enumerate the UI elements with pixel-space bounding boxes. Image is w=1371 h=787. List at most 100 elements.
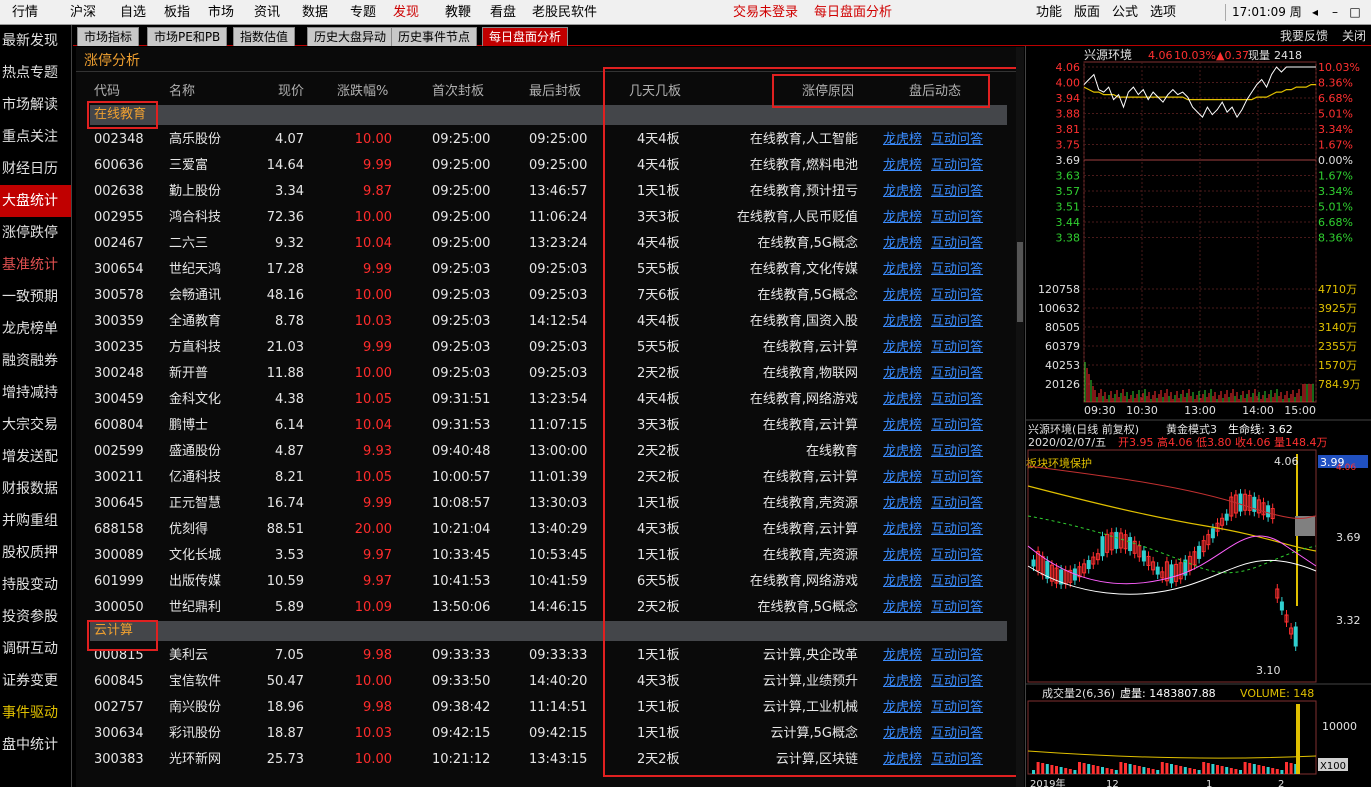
menu-item-1[interactable]: 沪深 [70, 0, 96, 25]
menu-item-3[interactable]: 板指 [164, 0, 190, 25]
nav-item-15[interactable]: 并购重组 [0, 505, 71, 537]
lhb-link[interactable]: 龙虎榜 [883, 335, 922, 361]
nav-item-2[interactable]: 市场解读 [0, 89, 71, 121]
table-row[interactable]: 300359 全通教育 8.78 10.03 09:25:03 14:12:54 4天4板 在… [76, 309, 1006, 335]
lhb-link[interactable]: 龙虎榜 [883, 413, 922, 439]
nav-item-11[interactable]: 增持减持 [0, 377, 71, 409]
nav-item-9[interactable]: 龙虎榜单 [0, 313, 71, 345]
menu-function[interactable]: 功能 [1030, 0, 1068, 25]
group-header[interactable]: 云计算 [90, 621, 1007, 641]
qa-link[interactable]: 互动问答 [931, 569, 983, 595]
qa-link[interactable]: 互动问答 [931, 153, 983, 179]
qa-link[interactable]: 互动问答 [931, 179, 983, 205]
menu-item-10[interactable]: 看盘 [490, 0, 516, 25]
qa-link[interactable]: 互动问答 [931, 413, 983, 439]
table-row[interactable]: 300634 彩讯股份 18.87 10.03 09:42:15 09:42:15 1天1板… [76, 721, 1006, 747]
table-row[interactable]: 600804 鹏博士 6.14 10.04 09:31:53 11:07:15 3天3板 在线… [76, 413, 1006, 439]
table-row[interactable]: 601999 出版传媒 10.59 9.97 10:41:53 10:41:59 6天5板 在… [76, 569, 1006, 595]
nav-item-21[interactable]: 事件驱动 [0, 697, 71, 729]
nav-item-17[interactable]: 持股变动 [0, 569, 71, 601]
menu-options[interactable]: 选项 [1144, 0, 1182, 25]
close-icon[interactable]: × [1365, 0, 1371, 25]
qa-link[interactable]: 互动问答 [931, 387, 983, 413]
col-header-price[interactable]: 现价 [256, 80, 304, 100]
lhb-link[interactable]: 龙虎榜 [883, 569, 922, 595]
menu-item-7[interactable]: 专题 [350, 0, 376, 25]
col-header-pct[interactable]: 涨跌幅% [337, 80, 388, 100]
table-row[interactable]: 300089 文化长城 3.53 9.97 10:33:45 10:53:45 1天1板 在线… [76, 543, 1006, 569]
qa-link[interactable]: 互动问答 [931, 695, 983, 721]
nav-item-6[interactable]: 涨停跌停 [0, 217, 71, 249]
lhb-link[interactable]: 龙虎榜 [883, 747, 922, 773]
menu-formula[interactable]: 公式 [1106, 0, 1144, 25]
nav-item-7[interactable]: 基准统计 [0, 249, 71, 281]
nav-item-1[interactable]: 热点专题 [0, 57, 71, 89]
lhb-link[interactable]: 龙虎榜 [883, 465, 922, 491]
table-row[interactable]: 300645 正元智慧 16.74 9.99 10:08:57 13:30:03 1天1板 在… [76, 491, 1006, 517]
table-row[interactable]: 300459 金科文化 4.38 10.05 09:31:51 13:23:54 4天4板 在… [76, 387, 1006, 413]
nav-item-5[interactable]: 大盘统计 [0, 185, 71, 217]
qa-link[interactable]: 互动问答 [931, 595, 983, 621]
lhb-link[interactable]: 龙虎榜 [883, 231, 922, 257]
table-row[interactable]: 002348 高乐股份 4.07 10.00 09:25:00 09:25:00 4天4板 在… [76, 127, 1006, 153]
table-row[interactable]: 300211 亿通科技 8.21 10.05 10:00:57 11:01:39 2天2板 在… [76, 465, 1006, 491]
qa-link[interactable]: 互动问答 [931, 283, 983, 309]
lhb-link[interactable]: 龙虎榜 [883, 179, 922, 205]
lhb-link[interactable]: 龙虎榜 [883, 257, 922, 283]
lhb-link[interactable]: 龙虎榜 [883, 153, 922, 179]
nav-item-13[interactable]: 增发送配 [0, 441, 71, 473]
qa-link[interactable]: 互动问答 [931, 543, 983, 569]
qa-link[interactable]: 互动问答 [931, 309, 983, 335]
table-scrollbar[interactable] [1016, 47, 1024, 787]
qa-link[interactable]: 互动问答 [931, 231, 983, 257]
menu-item-4[interactable]: 市场 [208, 0, 234, 25]
lhb-link[interactable]: 龙虎榜 [883, 669, 922, 695]
menu-item-9[interactable]: 教鞭 [445, 0, 471, 25]
qa-link[interactable]: 互动问答 [931, 747, 983, 773]
qa-link[interactable]: 互动问答 [931, 257, 983, 283]
qa-link[interactable]: 互动问答 [931, 439, 983, 465]
menu-item-8[interactable]: 发现 [393, 0, 419, 25]
tab-3[interactable]: 历史大盘异动 [307, 27, 394, 46]
table-row[interactable]: 600636 三爱富 14.64 9.99 09:25:00 09:25:00 4天4板 在线… [76, 153, 1006, 179]
nav-item-3[interactable]: 重点关注 [0, 121, 71, 153]
lhb-link[interactable]: 龙虎榜 [883, 361, 922, 387]
menu-item-6[interactable]: 数据 [302, 0, 328, 25]
qa-link[interactable]: 互动问答 [931, 361, 983, 387]
qa-link[interactable]: 互动问答 [931, 205, 983, 231]
nav-item-20[interactable]: 证券变更 [0, 665, 71, 697]
scrollbar-thumb[interactable] [1017, 242, 1023, 322]
lhb-link[interactable]: 龙虎榜 [883, 439, 922, 465]
lhb-link[interactable]: 龙虎榜 [883, 309, 922, 335]
menu-item-0[interactable]: 行情 [12, 0, 38, 25]
qa-link[interactable]: 互动问答 [931, 669, 983, 695]
table-row[interactable]: 688158 优刻得 88.51 20.00 10:21:04 13:40:29 4天3板 在… [76, 517, 1006, 543]
daily-analysis-link[interactable]: 每日盘面分析 [806, 0, 900, 25]
nav-item-22[interactable]: 盘中统计 [0, 729, 71, 761]
table-row[interactable]: 300383 光环新网 25.73 10.00 10:21:12 13:43:15 2天2板… [76, 747, 1006, 773]
trade-login-status[interactable]: 交易未登录 [725, 0, 806, 25]
qa-link[interactable]: 互动问答 [931, 335, 983, 361]
table-row[interactable]: 002599 盛通股份 4.87 9.93 09:40:48 13:00:00 2天2板 在线… [76, 439, 1006, 465]
table-row[interactable]: 002757 南兴股份 18.96 9.98 09:38:42 11:14:51 1天1板 云… [76, 695, 1006, 721]
table-row[interactable]: 300248 新开普 11.88 10.00 09:25:03 09:25:03 2天2板 在… [76, 361, 1006, 387]
table-row[interactable]: 002467 二六三 9.32 10.04 09:25:00 13:23:24 4天4板 在线… [76, 231, 1006, 257]
lhb-link[interactable]: 龙虎榜 [883, 283, 922, 309]
table-row[interactable]: 300578 会畅通讯 48.16 10.00 09:25:03 09:25:03 7天6板… [76, 283, 1006, 309]
nav-item-14[interactable]: 财报数据 [0, 473, 71, 505]
nav-item-12[interactable]: 大宗交易 [0, 409, 71, 441]
nav-item-16[interactable]: 股权质押 [0, 537, 71, 569]
qa-link[interactable]: 互动问答 [931, 721, 983, 747]
nav-item-10[interactable]: 融资融券 [0, 345, 71, 377]
qa-link[interactable]: 互动问答 [931, 127, 983, 153]
maximize-icon[interactable]: □ [1345, 0, 1365, 25]
table-row[interactable]: 000815 美利云 7.05 9.98 09:33:33 09:33:33 1天1板 云计算… [76, 643, 1006, 669]
qa-link[interactable]: 互动问答 [931, 491, 983, 517]
menu-item-2[interactable]: 自选 [120, 0, 146, 25]
menu-item-5[interactable]: 资讯 [254, 0, 280, 25]
col-header-first-seal[interactable]: 首次封板 [432, 80, 484, 100]
lhb-link[interactable]: 龙虎榜 [883, 643, 922, 669]
nav-item-4[interactable]: 财经日历 [0, 153, 71, 185]
lhb-link[interactable]: 龙虎榜 [883, 491, 922, 517]
lhb-link[interactable]: 龙虎榜 [883, 721, 922, 747]
